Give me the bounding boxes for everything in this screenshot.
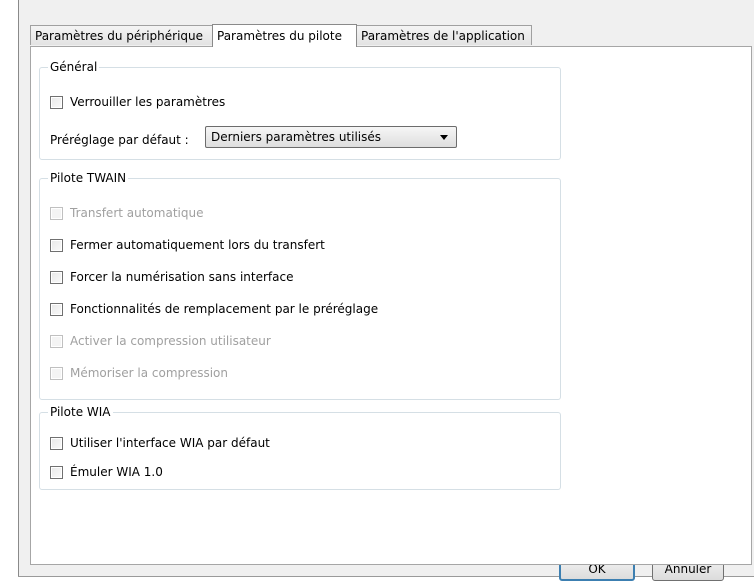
twain-group: Pilote TWAIN Transfert automatique Fermer… xyxy=(39,171,561,400)
default-preset-row: Préréglage par défaut : xyxy=(50,131,189,149)
twain-option-0: Transfert automatique xyxy=(50,204,203,222)
default-preset-label: Préréglage par défaut : xyxy=(50,133,189,147)
wia-option-1[interactable]: Émuler WIA 1.0 xyxy=(50,463,163,481)
tab-driver-settings[interactable]: Paramètres du pilote xyxy=(212,24,357,47)
tab-device-settings[interactable]: Paramètres du périphérique xyxy=(30,25,213,45)
twain-option-3-label: Fonctionnalités de remplacement par le p… xyxy=(70,302,379,316)
twain-option-4-checkbox xyxy=(50,334,63,348)
twain-option-4-label: Activer la compression utilisateur xyxy=(70,334,271,348)
twain-option-2-checkbox[interactable] xyxy=(50,270,63,284)
wia-group-title: Pilote WIA xyxy=(48,405,113,419)
wia-option-0-checkbox[interactable] xyxy=(50,436,63,450)
wia-group: Pilote WIA Utiliser l'interface WIA par … xyxy=(39,405,561,490)
twain-option-3-checkbox[interactable] xyxy=(50,302,63,316)
general-group: Général Verrouiller les paramètres Préré… xyxy=(39,60,561,160)
twain-option-0-label: Transfert automatique xyxy=(70,206,204,220)
twain-option-5-label: Mémoriser la compression xyxy=(70,366,229,380)
driver-settings-panel: Général Verrouiller les paramètres Préré… xyxy=(30,46,752,565)
twain-option-2[interactable]: Forcer la numérisation sans interface xyxy=(50,268,293,286)
chevron-down-icon xyxy=(440,135,448,140)
wia-option-0[interactable]: Utiliser l'interface WIA par défaut xyxy=(50,434,270,452)
tab-application-settings[interactable]: Paramètres de l'application xyxy=(356,25,532,45)
twain-option-1-checkbox[interactable] xyxy=(50,238,63,252)
twain-group-title: Pilote TWAIN xyxy=(48,171,129,185)
twain-option-5-checkbox xyxy=(50,366,63,380)
twain-option-1-label: Fermer automatiquement lors du transfert xyxy=(70,238,325,252)
twain-option-3[interactable]: Fonctionnalités de remplacement par le p… xyxy=(50,300,378,318)
twain-option-0-checkbox xyxy=(50,206,63,220)
twain-option-2-label: Forcer la numérisation sans interface xyxy=(70,270,294,284)
twain-option-1[interactable]: Fermer automatiquement lors du transfert xyxy=(50,236,325,254)
general-group-title: Général xyxy=(48,60,100,74)
lock-settings-checkbox[interactable] xyxy=(50,95,63,109)
default-preset-dropdown[interactable]: Derniers paramètres utilisés xyxy=(205,126,457,148)
twain-option-4: Activer la compression utilisateur xyxy=(50,332,271,350)
wia-option-1-checkbox[interactable] xyxy=(50,465,63,479)
wia-option-0-label: Utiliser l'interface WIA par défaut xyxy=(70,436,270,450)
twain-option-5: Mémoriser la compression xyxy=(50,364,228,382)
lock-settings-option[interactable]: Verrouiller les paramètres xyxy=(50,93,225,111)
lock-settings-label: Verrouiller les paramètres xyxy=(70,95,226,109)
wia-option-1-label: Émuler WIA 1.0 xyxy=(70,465,163,479)
default-preset-value: Derniers paramètres utilisés xyxy=(211,130,382,144)
